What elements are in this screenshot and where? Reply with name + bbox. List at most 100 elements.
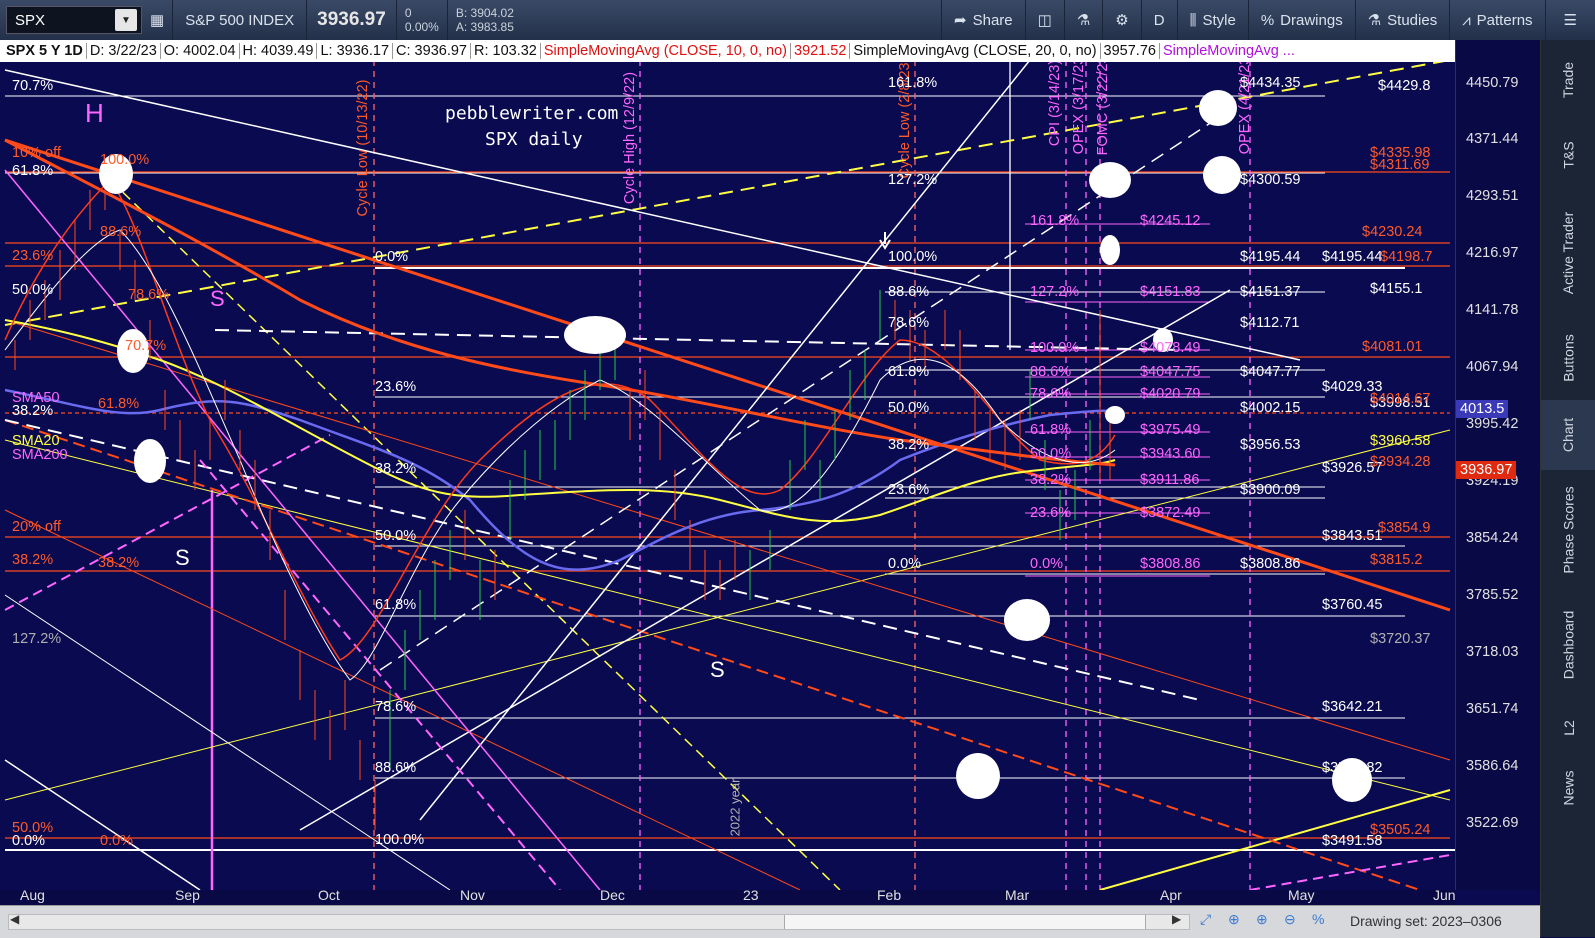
- fib-label: 23.6%: [1030, 505, 1072, 521]
- price-level: $3943.60: [1140, 446, 1201, 462]
- time-scrollbar[interactable]: [8, 914, 1190, 930]
- price-level: $3872.49: [1140, 505, 1201, 521]
- study-info-bar: SPX 5 Y 1D D: 3/22/23 O: 4002.04 H: 4039…: [0, 40, 1455, 62]
- tab-phase-scores[interactable]: Phase Scores: [1541, 470, 1595, 590]
- chevron-down-icon[interactable]: ▼: [115, 9, 137, 31]
- price-tick: 4067.94: [1466, 359, 1519, 375]
- studies-button[interactable]: ⚗ Studies: [1354, 0, 1450, 40]
- tab-level2[interactable]: L2: [1541, 700, 1595, 755]
- period-button[interactable]: D: [1140, 0, 1177, 40]
- zoom-out-icon[interactable]: ⊖: [1284, 911, 1296, 928]
- tab-label: T&S: [1560, 141, 1577, 169]
- sma200-label: SMA200: [12, 447, 68, 463]
- price-tick: 3995.42: [1466, 416, 1519, 432]
- scroll-right-icon[interactable]: ▶: [1172, 912, 1181, 926]
- tab-time-and-sales[interactable]: T&S: [1541, 120, 1595, 190]
- price-tick: 3651.74: [1466, 701, 1519, 717]
- sma-more-label[interactable]: SimpleMovingAvg ...: [1160, 43, 1298, 59]
- price-tick: 3718.03: [1466, 644, 1519, 660]
- percent-icon: %: [1260, 11, 1275, 29]
- scrollbar-thumb[interactable]: [784, 915, 1146, 929]
- tab-active-trader[interactable]: Active Trader: [1541, 190, 1595, 315]
- bottom-bar: ◀ ▶ ⤢ ⊕ ⊕ ⊖ % Drawing set: 2023–0306: [0, 905, 1540, 938]
- price-level: $3911.86: [1140, 472, 1200, 488]
- price-level: $4151.37: [1240, 284, 1301, 300]
- drawings-label: Drawings: [1280, 11, 1343, 29]
- time-axis[interactable]: Aug Sep Oct Nov Dec 23 Feb Mar Apr May J…: [0, 887, 1456, 905]
- drawings-button[interactable]: % Drawings: [1247, 0, 1355, 40]
- fib-label: 50.0%: [888, 400, 930, 416]
- low-readout: L: 3936.17: [317, 43, 394, 59]
- period-label: D: [1153, 11, 1165, 29]
- price-axis[interactable]: 4450.79 4371.44 4293.51 4216.97 4141.78 …: [1455, 40, 1541, 890]
- drawing-set-label[interactable]: Drawing set: 2023–0306: [1350, 913, 1502, 929]
- settings-button[interactable]: ⚙: [1102, 0, 1140, 40]
- date-tick: Nov: [460, 887, 485, 903]
- price-level: $3505.24: [1370, 822, 1431, 838]
- top-toolbar: SPX ▼ ▦ S&P 500 INDEX 3936.97 0 0.00% B:…: [0, 0, 1595, 41]
- share-button[interactable]: ➦ Share: [941, 0, 1025, 40]
- zoom-in-icon[interactable]: ⊕: [1256, 911, 1268, 928]
- tab-news[interactable]: News: [1541, 755, 1595, 820]
- price-tick: 4141.78: [1466, 302, 1519, 318]
- menu-button[interactable]: ☰: [1544, 0, 1595, 40]
- price-level: $3815.2: [1370, 552, 1423, 568]
- tab-label: News: [1560, 769, 1577, 806]
- date-tick: Oct: [318, 887, 340, 903]
- price-level: $3900.09: [1240, 482, 1301, 498]
- camera-button[interactable]: ◫: [1024, 0, 1064, 40]
- date-tick: Sep: [175, 887, 200, 903]
- tab-dashboard[interactable]: Dashboard: [1541, 590, 1595, 700]
- fib-label: 100.0%: [1030, 340, 1080, 356]
- chart-title: SPX 5 Y 1D: [0, 43, 87, 59]
- price-level: $4195.44: [1322, 249, 1383, 265]
- price-level: $3808.86: [1240, 556, 1301, 572]
- price-tick: 3586.64: [1466, 758, 1519, 774]
- price-level: $3975.49: [1140, 422, 1201, 438]
- crosshair-icon[interactable]: ⊕: [1228, 911, 1240, 928]
- fib-label: 50.0%: [375, 528, 417, 544]
- link-grid-icon[interactable]: ▦: [142, 0, 172, 40]
- fib-label: 88.6%: [100, 224, 142, 240]
- tab-chart[interactable]: Chart: [1541, 400, 1595, 470]
- fib-label: 0.0%: [100, 833, 134, 849]
- fib-label: 161.8%: [888, 75, 938, 91]
- scroll-left-icon[interactable]: ◀: [10, 912, 19, 926]
- tab-trade[interactable]: Trade: [1541, 40, 1595, 120]
- range-readout: R: 103.32: [471, 43, 541, 59]
- fib-label: 70.7%: [125, 338, 167, 354]
- price-level: $3808.86: [1140, 556, 1201, 572]
- fib-label: 23.6%: [12, 248, 54, 264]
- bid-ask: B: 3904.02 A: 3983.85: [446, 0, 556, 40]
- price-chart[interactable]: pebblewriter.com SPX daily H S S S Cycle…: [0, 40, 1455, 890]
- price-level: $3720.37: [1370, 631, 1431, 647]
- sma10-label[interactable]: SimpleMovingAvg (CLOSE, 10, 0, no): [541, 43, 791, 59]
- studies-label: Studies: [1387, 11, 1438, 29]
- price-level: $4311.69: [1370, 157, 1430, 173]
- change-percent: 0.00%: [404, 20, 439, 34]
- flask-button[interactable]: ⚗: [1063, 0, 1102, 40]
- sma20-study-label[interactable]: SimpleMovingAvg (CLOSE, 20, 0, no): [850, 43, 1101, 59]
- date-tick: Apr: [1160, 887, 1182, 903]
- expand-icon[interactable]: ⤢: [1200, 911, 1211, 928]
- pattern-icon: ⩘: [1462, 11, 1471, 29]
- price-level: $4195.44: [1240, 249, 1301, 265]
- date-tick: Dec: [600, 887, 625, 903]
- tab-buttons[interactable]: Buttons: [1541, 315, 1595, 400]
- fib-label: 20% off: [12, 519, 61, 535]
- symbol-input[interactable]: SPX ▼: [6, 6, 142, 34]
- price-level: $4112.71: [1240, 315, 1300, 331]
- price-level: $4002.15: [1240, 400, 1301, 416]
- watermark-title: pebblewriter.com: [445, 103, 619, 124]
- flask-icon: ⚗: [1367, 12, 1382, 29]
- fib-label: 38.2%: [1030, 472, 1072, 488]
- style-button[interactable]: ⫼ Style: [1176, 0, 1248, 40]
- shoulder-marker-dec: S: [710, 657, 725, 682]
- fib-label: 70.7%: [12, 78, 54, 94]
- cycle-low-label: Cycle Low (10/13/22): [355, 79, 371, 217]
- price-tick: 3854.24: [1466, 530, 1519, 546]
- percent-icon[interactable]: %: [1312, 911, 1324, 927]
- patterns-button[interactable]: ⩘ Patterns: [1449, 0, 1544, 40]
- price-tick: 4293.51: [1466, 188, 1519, 204]
- date-tick: Feb: [877, 887, 902, 903]
